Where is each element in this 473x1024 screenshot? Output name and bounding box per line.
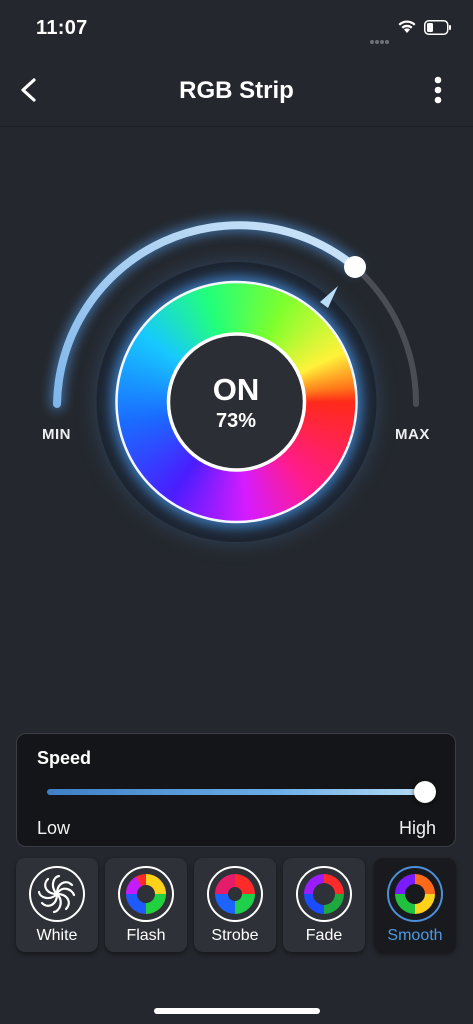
status-bar: 11:07 xyxy=(0,0,473,56)
mode-label-fade: Fade xyxy=(305,927,343,944)
battery-icon xyxy=(424,20,451,35)
navigation-bar: RGB Strip xyxy=(0,56,473,127)
flash-swirl-icon xyxy=(118,866,174,922)
mode-label-white: White xyxy=(36,927,78,944)
mode-label-smooth: Smooth xyxy=(387,927,443,944)
brightness-knob[interactable] xyxy=(344,256,366,278)
status-time: 11:07 xyxy=(36,17,88,39)
mode-label-strobe: Strobe xyxy=(211,927,259,944)
strobe-swirl-icon xyxy=(207,866,263,922)
home-indicator[interactable] xyxy=(154,1008,320,1014)
speed-slider-track[interactable] xyxy=(47,789,427,795)
more-options-icon[interactable] xyxy=(424,72,452,108)
brightness-percent: 73% xyxy=(215,410,257,432)
speed-card: Speed Low High xyxy=(16,733,456,847)
power-state-text[interactable]: ON xyxy=(186,372,286,408)
speed-low-label: Low xyxy=(37,818,71,838)
speed-title: Speed xyxy=(37,748,92,768)
cellular-signal-icon xyxy=(370,31,394,44)
speed-slider-knob[interactable] xyxy=(414,781,436,803)
mode-button-strobe[interactable]: Strobe xyxy=(194,858,276,952)
speed-high-label: High xyxy=(398,818,436,838)
fade-swirl-icon xyxy=(296,866,352,922)
mode-button-smooth[interactable]: Smooth xyxy=(374,858,456,952)
page-title: RGB Strip xyxy=(179,77,294,104)
brightness-dial[interactable]: MIN MAX ON 73% xyxy=(0,200,473,580)
mode-selector: White Flash Strobe Fade Smooth xyxy=(16,858,456,952)
max-label: MAX xyxy=(395,426,430,443)
smooth-swirl-icon xyxy=(387,866,443,922)
mode-label-flash: Flash xyxy=(126,927,166,944)
mode-button-flash[interactable]: Flash xyxy=(105,858,187,952)
mode-button-fade[interactable]: Fade xyxy=(283,858,365,952)
min-label: MIN xyxy=(42,426,71,443)
wifi-icon xyxy=(398,20,416,33)
mode-button-white[interactable]: White xyxy=(16,858,98,952)
white-swirl-icon xyxy=(29,866,85,922)
